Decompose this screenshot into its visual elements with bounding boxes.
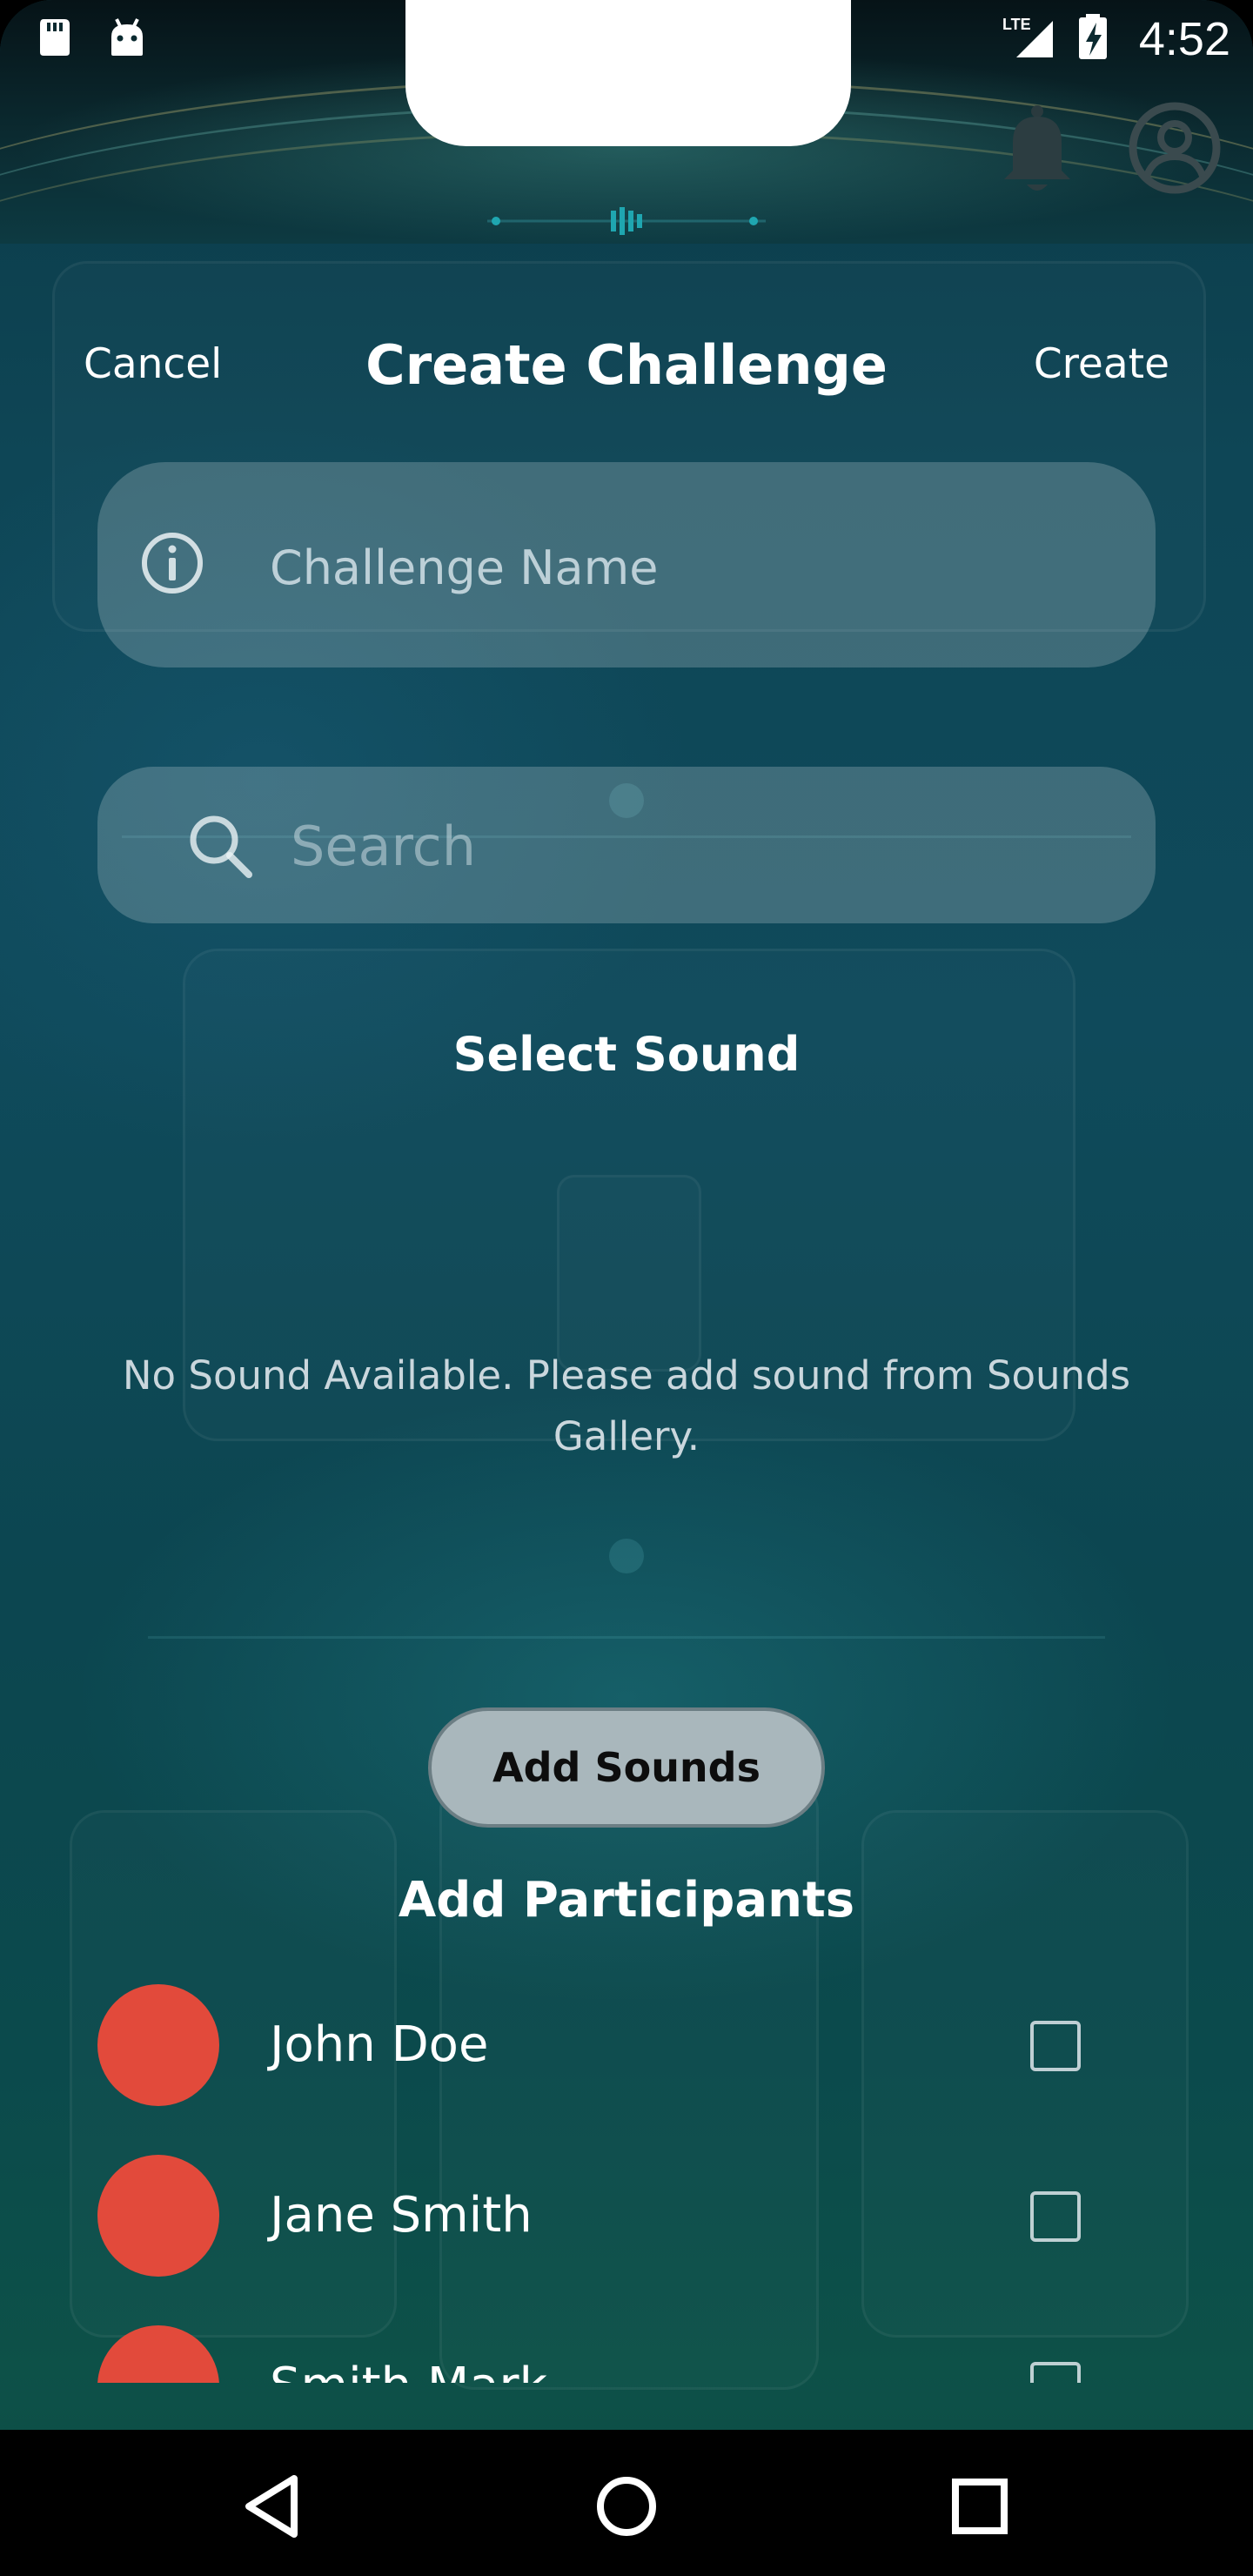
participant-name: Smith Mark — [270, 2351, 547, 2383]
participant-name: Jane Smith — [270, 2187, 533, 2244]
participant-name: John Doe — [270, 2016, 489, 2073]
participant-checkbox[interactable] — [1030, 2191, 1081, 2242]
home-icon[interactable] — [583, 2463, 670, 2550]
battery-charging-icon — [1075, 12, 1110, 64]
info-icon — [137, 528, 207, 601]
add-participants-title: Add Participants — [398, 1872, 855, 1929]
participant-row[interactable]: Jane Smith — [0, 2137, 1253, 2277]
participant-row[interactable]: Smith Mark — [0, 2308, 1253, 2383]
create-challenge-screen: LTE 4:52 Cancel Create Challenge Create … — [0, 0, 1253, 2576]
avatar — [97, 2155, 219, 2277]
empty-sound-message: No Sound Available. Please add sound fro… — [122, 1352, 1131, 1459]
back-icon[interactable] — [231, 2463, 318, 2550]
camera-notch — [405, 0, 851, 146]
svg-text:LTE: LTE — [1002, 16, 1031, 33]
search-input[interactable] — [289, 810, 1128, 882]
participant-checkbox[interactable] — [1030, 2021, 1081, 2071]
android-debug-icon — [106, 17, 148, 61]
recents-icon[interactable] — [936, 2463, 1023, 2550]
lte-signal-icon: LTE — [1001, 12, 1063, 64]
system-nav-bar — [0, 2430, 1253, 2576]
sheet-drag-handle[interactable] — [487, 205, 766, 237]
participants-list: John Doe Jane Smith Smith Mark — [0, 1967, 1253, 2383]
bell-icon[interactable] — [1001, 103, 1074, 202]
search-icon — [181, 807, 259, 889]
participant-row[interactable]: John Doe — [0, 1967, 1253, 2106]
participant-checkbox[interactable] — [1030, 2362, 1081, 2383]
sd-card-icon — [35, 17, 75, 61]
challenge-name-input[interactable] — [268, 532, 1124, 603]
search-field[interactable] — [97, 767, 1156, 923]
avatar — [97, 2325, 219, 2383]
status-time: 4:52 — [1138, 13, 1230, 65]
create-button[interactable]: Create — [1034, 336, 1169, 393]
challenge-name-field[interactable] — [97, 462, 1156, 667]
add-sounds-button[interactable]: Add Sounds — [428, 1707, 825, 1828]
avatar — [97, 1984, 219, 2106]
select-sound-title: Select Sound — [452, 1027, 801, 1082]
profile-icon[interactable] — [1128, 101, 1222, 198]
